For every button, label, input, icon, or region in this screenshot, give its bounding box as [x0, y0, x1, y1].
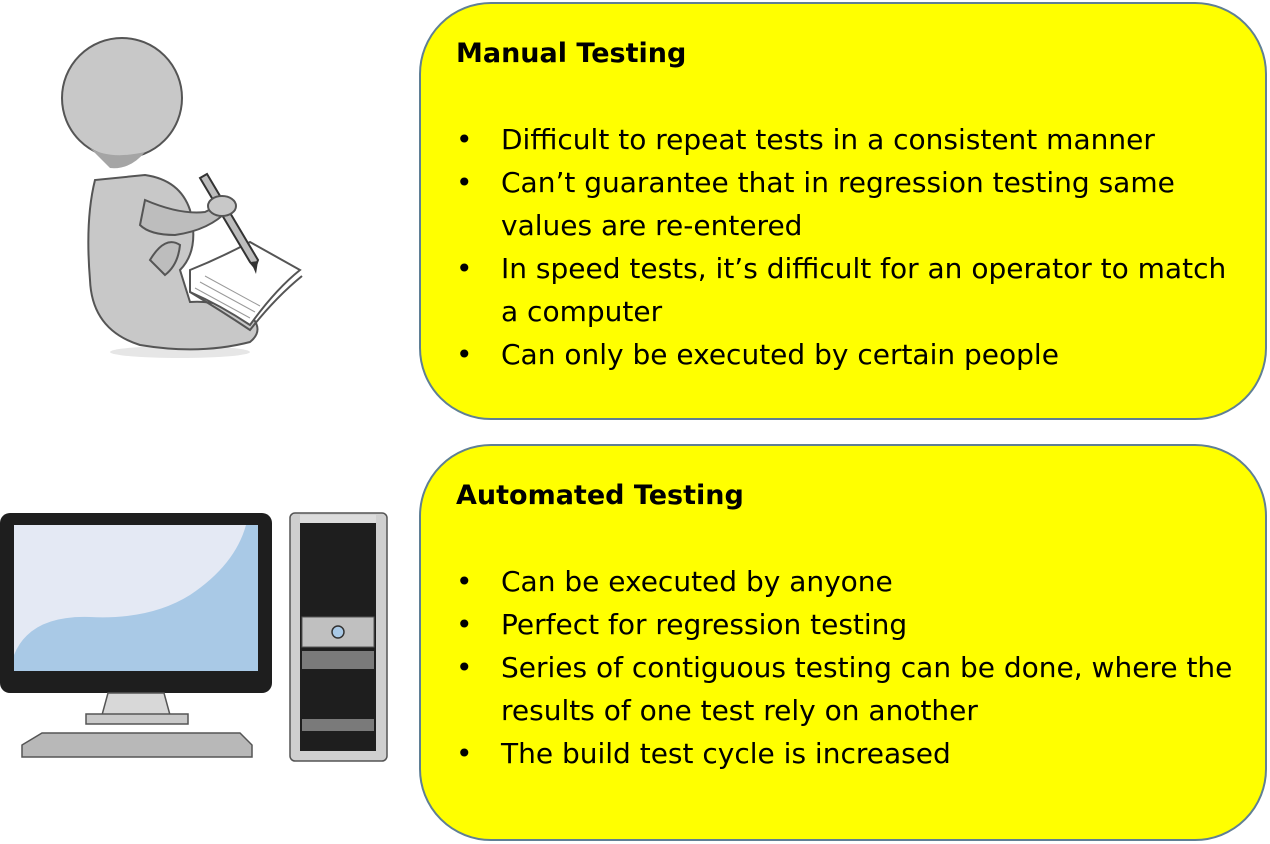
list-item: Can be executed by anyone: [456, 560, 1235, 603]
automated-testing-title: Automated Testing: [456, 480, 744, 511]
list-item: In speed tests, it’s difficult for an op…: [456, 247, 1235, 333]
list-item: Perfect for regression testing: [456, 603, 1235, 646]
list-item: The build test cycle is increased: [456, 732, 1235, 775]
list-item: Can’t guarantee that in regression testi…: [456, 161, 1235, 247]
manual-testing-list: Difficult to repeat tests in a consisten…: [456, 118, 1235, 376]
desktop-computer-icon: [0, 512, 388, 762]
manual-testing-title: Manual Testing: [456, 38, 687, 69]
list-item: Can only be executed by certain people: [456, 333, 1235, 376]
automated-testing-panel: Automated Testing Can be executed by any…: [419, 444, 1267, 841]
manual-testing-panel: Manual Testing Difficult to repeat tests…: [419, 2, 1267, 420]
list-item: Difficult to repeat tests in a consisten…: [456, 118, 1235, 161]
person-writing-icon: [61, 37, 303, 358]
automated-testing-list: Can be executed by anyone Perfect for re…: [456, 560, 1235, 775]
list-item: Series of contiguous testing can be done…: [456, 646, 1235, 732]
